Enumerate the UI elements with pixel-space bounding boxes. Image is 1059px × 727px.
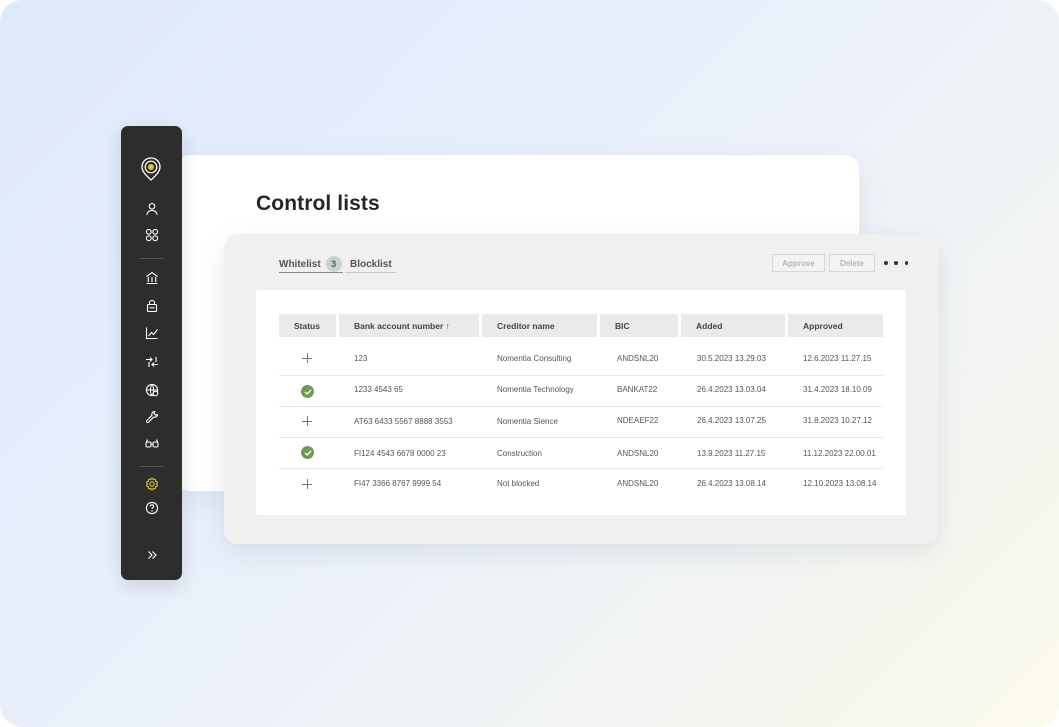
column-header-bank-account[interactable]: Bank account number ↑ [339, 314, 479, 337]
add-status-icon[interactable] [302, 479, 312, 489]
column-header-added[interactable]: Added [681, 314, 785, 337]
user-icon[interactable] [144, 201, 160, 217]
brand-logo-icon[interactable] [141, 157, 161, 181]
sidebar-divider [139, 466, 164, 467]
row-divider [279, 437, 883, 438]
cell-creditor: Construction [497, 449, 542, 458]
wrench-icon[interactable] [144, 409, 160, 425]
cell-approved: 12.6.2023 11.27.15 [803, 354, 872, 363]
cell-bic: BANKAT22 [617, 385, 658, 394]
cell-creditor: Nomentia Consulting [497, 354, 572, 363]
cell-bic: NDEAEF22 [617, 416, 659, 425]
cell-creditor: Not blocked [497, 479, 540, 488]
row-divider [279, 375, 883, 376]
column-header-bic[interactable]: BIC [600, 314, 678, 337]
cell-added: 26.4.2023 13.03.04 [697, 385, 766, 394]
expand-icon[interactable] [144, 547, 160, 563]
bank-icon[interactable] [144, 270, 160, 286]
column-header-approved[interactable]: Approved [788, 314, 883, 337]
cell-account: FI47 3366 8767 9999 54 [354, 479, 442, 488]
page-title: Control lists [256, 192, 380, 215]
row-divider [279, 468, 883, 469]
sidebar-divider [139, 258, 164, 259]
row-divider [279, 406, 883, 407]
cell-creditor: Nomentia Sience [497, 417, 558, 426]
inactive-tab-indicator [345, 272, 396, 273]
globe-icon[interactable] [144, 382, 160, 398]
column-header-status[interactable]: Status [279, 314, 336, 337]
add-status-icon[interactable] [302, 416, 312, 426]
more-options-icon[interactable] [884, 256, 908, 270]
cell-account: 123 [354, 354, 368, 363]
cell-bic: ANDSNL20 [617, 479, 659, 488]
delete-button[interactable]: Delete [829, 254, 875, 272]
cell-bic: ANDSNL20 [617, 354, 659, 363]
cell-bic: ANDSNL20 [617, 449, 659, 458]
chart-icon[interactable] [144, 325, 160, 341]
approve-button[interactable]: Approve [772, 254, 825, 272]
approved-check-icon [301, 385, 314, 398]
approved-check-icon [301, 446, 314, 459]
cell-added: 26.4.2023 13.08.14 [697, 479, 766, 488]
transfer-icon[interactable] [144, 354, 160, 370]
glasses-icon[interactable] [144, 436, 160, 452]
sidebar-icons [121, 126, 182, 580]
help-icon[interactable] [144, 500, 160, 516]
cell-approved: 31.8.2023 10.27.12 [803, 416, 872, 425]
cell-approved: 11.12.2023 22.00.01 [803, 449, 876, 458]
whitelist-count-badge: 3 [325, 256, 342, 272]
settings-icon[interactable] [144, 476, 160, 492]
cell-approved: 31.4.2023 18.10.09 [803, 385, 872, 394]
column-header-creditor[interactable]: Creditor name [482, 314, 597, 337]
cell-creditor: Nomentia Technology [497, 385, 574, 394]
tab-blocklist[interactable]: Blocklist [350, 255, 392, 273]
cell-approved: 12.10.2023 13.08.14 [803, 479, 877, 488]
cell-account: FI124 4543 6678 0000 23 [354, 449, 446, 458]
cell-added: 26.4.2023 13.07.25 [697, 416, 766, 425]
tab-blocklist-label: Blocklist [350, 258, 392, 270]
cell-added: 30.5.2023 13.29.03 [697, 354, 766, 363]
lock-icon[interactable] [144, 298, 160, 314]
tab-whitelist-label: Whitelist [279, 258, 321, 270]
cell-account: AT63 6433 5567 8888 3553 [354, 417, 453, 426]
apps-icon[interactable] [144, 227, 160, 243]
active-tab-indicator [279, 272, 343, 273]
add-status-icon[interactable] [302, 353, 312, 363]
tab-whitelist[interactable]: Whitelist 3 [279, 255, 342, 273]
cell-account: 1233 4543 65 [354, 385, 403, 394]
cell-added: 13.9.2023 11.27.15 [697, 449, 766, 458]
